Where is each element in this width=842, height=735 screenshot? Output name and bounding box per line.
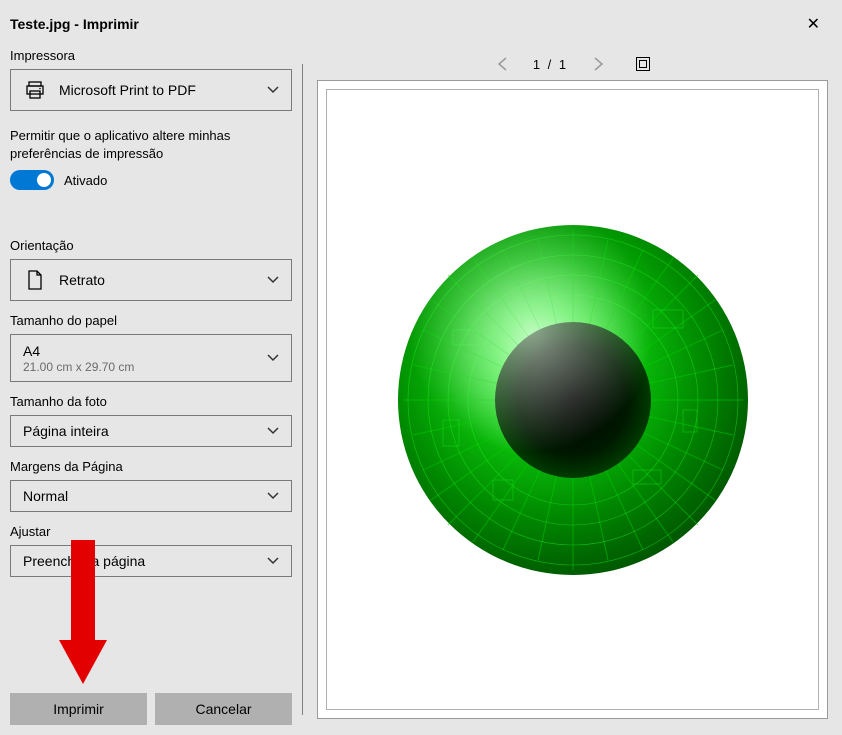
margins-label: Margens da Página	[10, 459, 292, 474]
preview-frame	[317, 80, 828, 719]
paper-size-value: A4	[23, 343, 267, 359]
fit-label: Ajustar	[10, 524, 292, 539]
close-icon[interactable]: ✕	[799, 10, 828, 38]
portrait-icon	[23, 270, 47, 290]
cancel-button[interactable]: Cancelar	[155, 693, 292, 725]
fit-value: Preencher a página	[23, 553, 267, 569]
preview-panel: 1 / 1	[303, 44, 842, 735]
settings-scroll: Impressora Microsoft Print to PDF Permit…	[10, 44, 292, 683]
permission-toggle-row: Ativado	[10, 170, 292, 190]
permission-state: Ativado	[64, 173, 107, 188]
chevron-down-icon	[267, 274, 279, 286]
chevron-down-icon	[267, 84, 279, 96]
chevron-down-icon	[267, 352, 279, 364]
orientation-label: Orientação	[10, 238, 292, 253]
fit-dropdown[interactable]: Preencher a página	[10, 545, 292, 577]
window-title: Teste.jpg - Imprimir	[10, 16, 139, 32]
toggle-knob	[37, 173, 51, 187]
photo-size-dropdown[interactable]: Página inteira	[10, 415, 292, 447]
preview-page	[326, 89, 819, 710]
content-area: Impressora Microsoft Print to PDF Permit…	[0, 44, 842, 735]
paper-size-label: Tamanho do papel	[10, 313, 292, 328]
photo-size-value: Página inteira	[23, 423, 267, 439]
margins-dropdown[interactable]: Normal	[10, 480, 292, 512]
preview-toolbar: 1 / 1	[317, 44, 828, 80]
settings-panel: Impressora Microsoft Print to PDF Permit…	[0, 44, 302, 735]
margins-value: Normal	[23, 488, 267, 504]
fullscreen-icon[interactable]	[636, 57, 650, 71]
print-button[interactable]: Imprimir	[10, 693, 147, 725]
paper-size-dropdown[interactable]: A4 21.00 cm x 29.70 cm	[10, 334, 292, 382]
printer-value: Microsoft Print to PDF	[59, 82, 267, 98]
preview-image	[393, 220, 753, 580]
page-indicator: 1 / 1	[533, 57, 568, 72]
printer-icon	[23, 80, 47, 100]
orientation-dropdown[interactable]: Retrato	[10, 259, 292, 301]
title-bar: Teste.jpg - Imprimir ✕	[0, 0, 842, 44]
paper-size-dimensions: 21.00 cm x 29.70 cm	[23, 360, 267, 374]
chevron-down-icon	[267, 555, 279, 567]
photo-size-label: Tamanho da foto	[10, 394, 292, 409]
chevron-down-icon	[267, 425, 279, 437]
printer-dropdown[interactable]: Microsoft Print to PDF	[10, 69, 292, 111]
permission-label: Permitir que o aplicativo altere minhas …	[10, 127, 292, 162]
prev-page-icon[interactable]	[495, 56, 511, 72]
orientation-value: Retrato	[59, 272, 267, 288]
next-page-icon[interactable]	[590, 56, 606, 72]
action-buttons: Imprimir Cancelar	[10, 693, 292, 725]
chevron-down-icon	[267, 490, 279, 502]
permission-toggle[interactable]	[10, 170, 54, 190]
printer-label: Impressora	[10, 48, 292, 63]
